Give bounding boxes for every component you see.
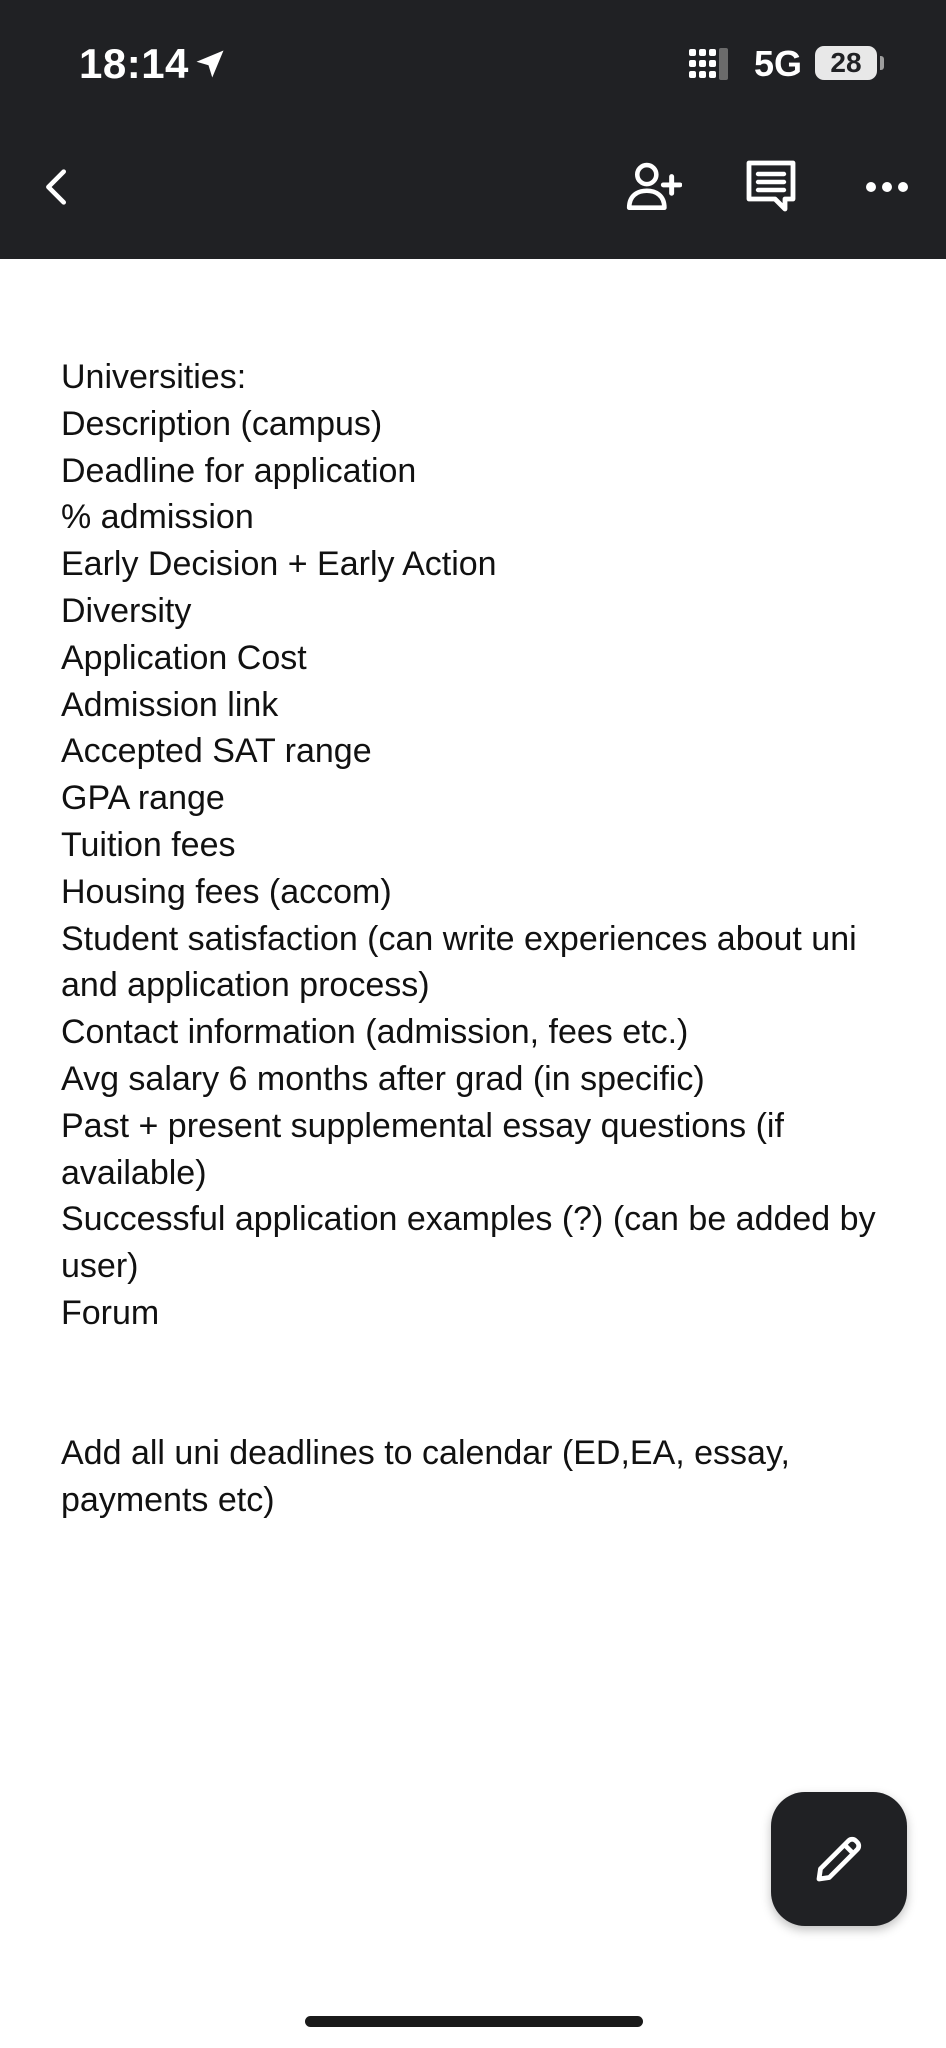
doc-line: Universities: (61, 358, 247, 396)
comment-icon (746, 160, 796, 212)
chevron-left-icon (46, 169, 67, 205)
doc-line: Contact information (admission, fees etc… (61, 1013, 689, 1052)
share-button[interactable] (618, 152, 688, 222)
location-arrow-icon (196, 50, 224, 78)
doc-line: Housing fees (accom) (61, 872, 392, 911)
home-indicator[interactable] (305, 2016, 643, 2027)
doc-line: Application Cost (61, 638, 307, 677)
doc-line: % admission (61, 498, 254, 537)
doc-line: Admission link (61, 685, 279, 724)
doc-line: Student satisfaction (can write experien… (61, 919, 857, 1005)
doc-line: Deadline for application (61, 451, 417, 490)
comments-button[interactable] (736, 150, 806, 220)
document-body[interactable]: Universities: Description (campus) Deadl… (61, 354, 901, 1524)
pencil-icon (816, 1836, 862, 1882)
doc-line: Diversity (61, 591, 192, 630)
battery-indicator: 28 (815, 46, 877, 80)
back-button[interactable] (22, 152, 92, 222)
battery-nub (880, 56, 884, 70)
doc-footer-note: Add all uni deadlines to calendar (ED,EA… (61, 1434, 790, 1520)
person-add-icon (626, 162, 682, 210)
doc-line: Forum (61, 1293, 160, 1332)
doc-line: Tuition fees (61, 825, 236, 864)
doc-line: GPA range (61, 779, 225, 818)
doc-line: Successful application examples (?) (can… (61, 1200, 876, 1286)
more-options-button[interactable] (852, 152, 922, 222)
doc-line: Past + present supplemental essay questi… (61, 1106, 784, 1192)
doc-line: Accepted SAT range (61, 732, 372, 771)
status-time: 18:14 (79, 40, 189, 87)
doc-line: Avg salary 6 months after grad (in speci… (61, 1059, 705, 1098)
edit-button[interactable] (771, 1792, 907, 1926)
network-type: 5G (754, 43, 803, 84)
doc-line: Description (campus) (61, 404, 383, 443)
top-app-bar: 18:14 5G 28 (0, 0, 946, 259)
doc-line: Early Decision + Early Action (61, 545, 497, 584)
more-horizontal-icon (866, 182, 908, 192)
signal-icon (689, 48, 728, 80)
